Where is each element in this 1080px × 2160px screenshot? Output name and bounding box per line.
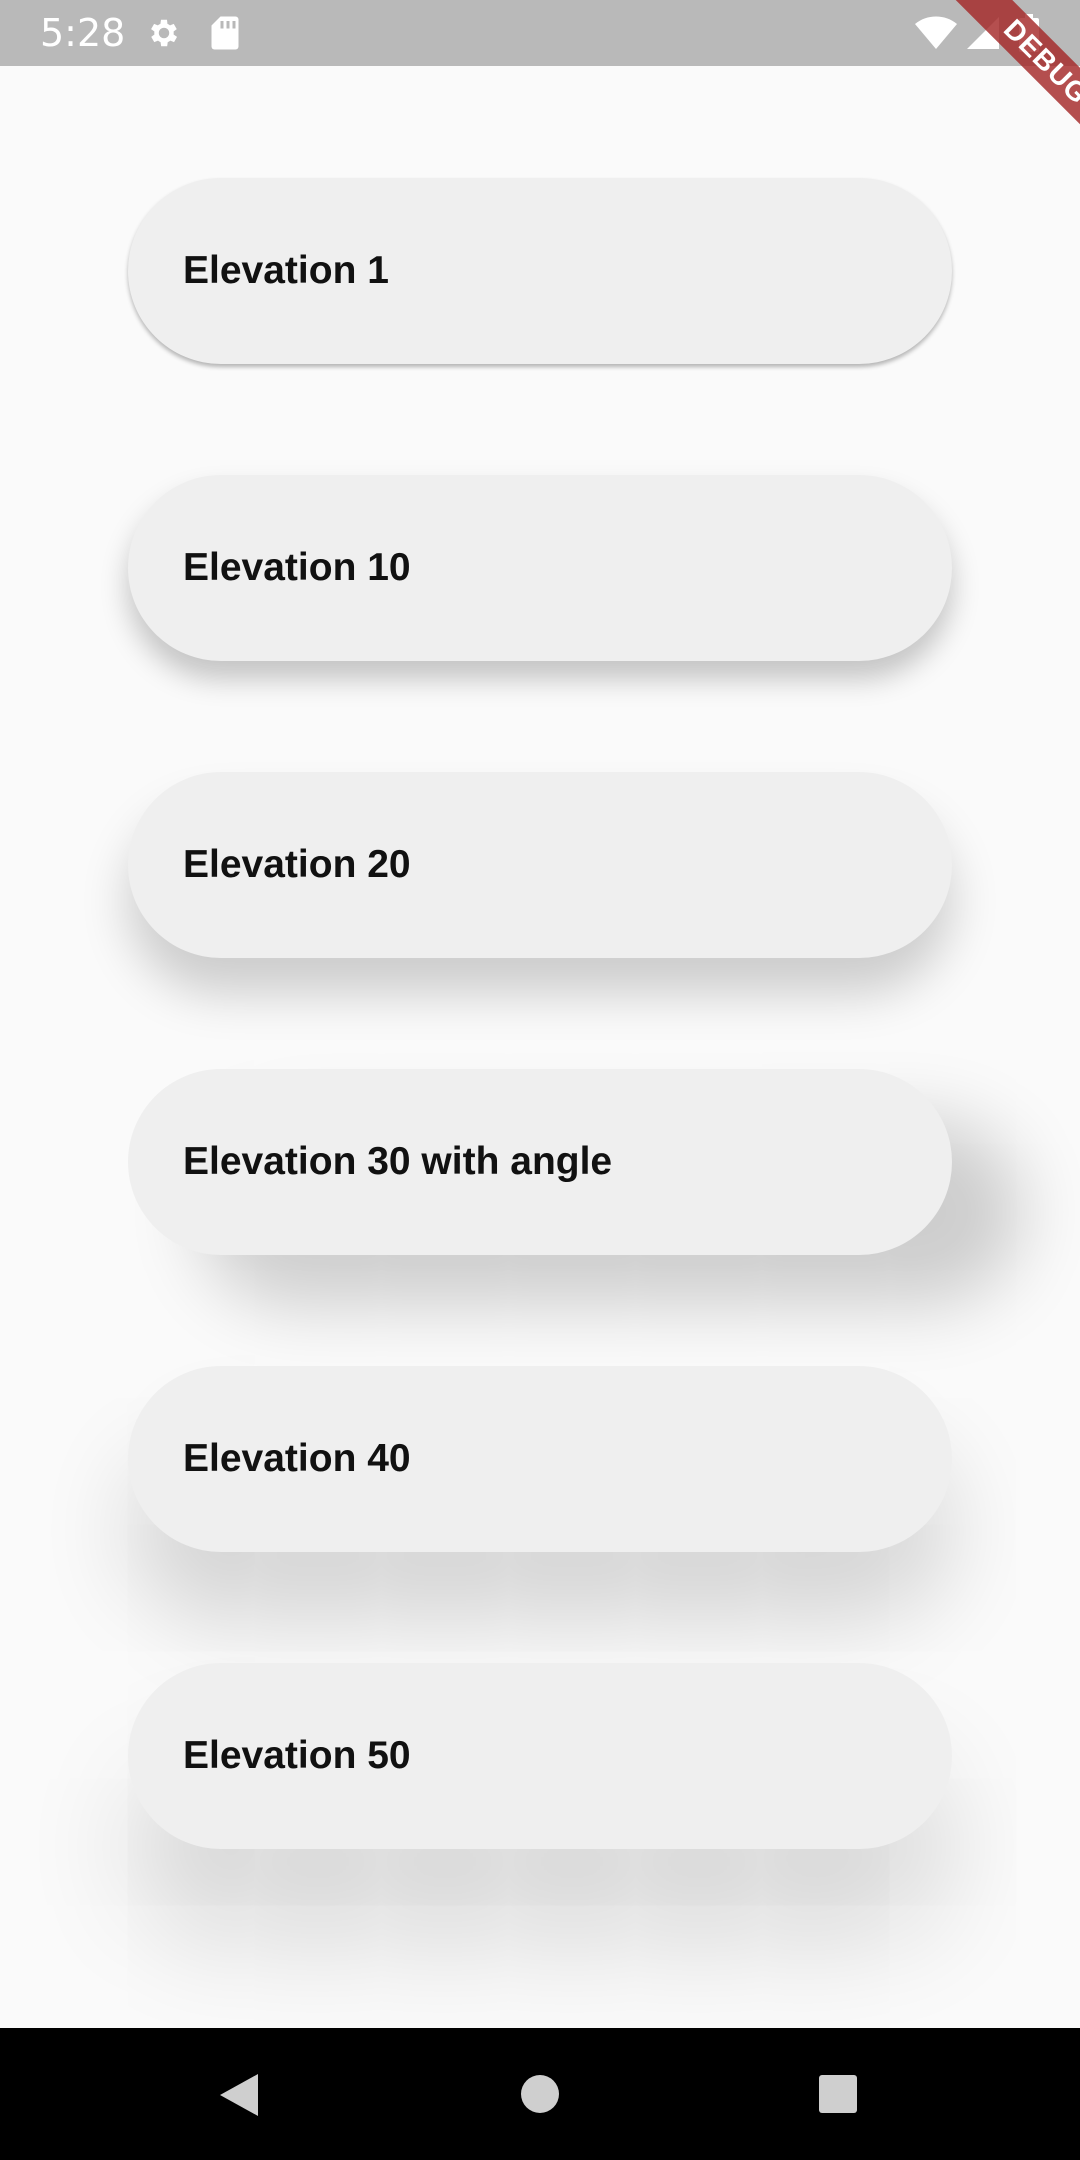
- sd-card-icon: [211, 16, 239, 50]
- back-icon[interactable]: [218, 2072, 260, 2118]
- wifi-icon: [915, 16, 957, 49]
- card-label: Elevation 10: [183, 546, 411, 589]
- card-label: Elevation 40: [183, 1437, 411, 1480]
- elevation-card-50[interactable]: Elevation 50: [128, 1663, 952, 1849]
- elevation-card-list: Elevation 1 Elevation 10 Elevation 20 El…: [0, 0, 1080, 2028]
- home-icon[interactable]: [520, 2074, 560, 2114]
- card-label: Elevation 30 with angle: [183, 1140, 613, 1183]
- app-screen: 5:28 DEBUG Elevation 1 Elevation 10 Elev…: [0, 0, 1080, 2160]
- elevation-card-40[interactable]: Elevation 40: [128, 1366, 952, 1552]
- status-bar: 5:28: [0, 0, 1080, 66]
- settings-gear-icon: [151, 19, 178, 47]
- card-label: Elevation 1: [183, 249, 389, 292]
- elevation-card-1[interactable]: Elevation 1: [128, 178, 952, 364]
- card-label: Elevation 50: [183, 1734, 411, 1777]
- recents-icon[interactable]: [818, 2074, 858, 2114]
- elevation-card-30-angle[interactable]: Elevation 30 with angle: [128, 1069, 952, 1255]
- elevation-card-20[interactable]: Elevation 20: [128, 772, 952, 958]
- navigation-bar: [0, 2028, 1080, 2160]
- card-label: Elevation 20: [183, 843, 411, 886]
- elevation-card-10[interactable]: Elevation 10: [128, 475, 952, 661]
- status-time: 5:28: [40, 11, 126, 55]
